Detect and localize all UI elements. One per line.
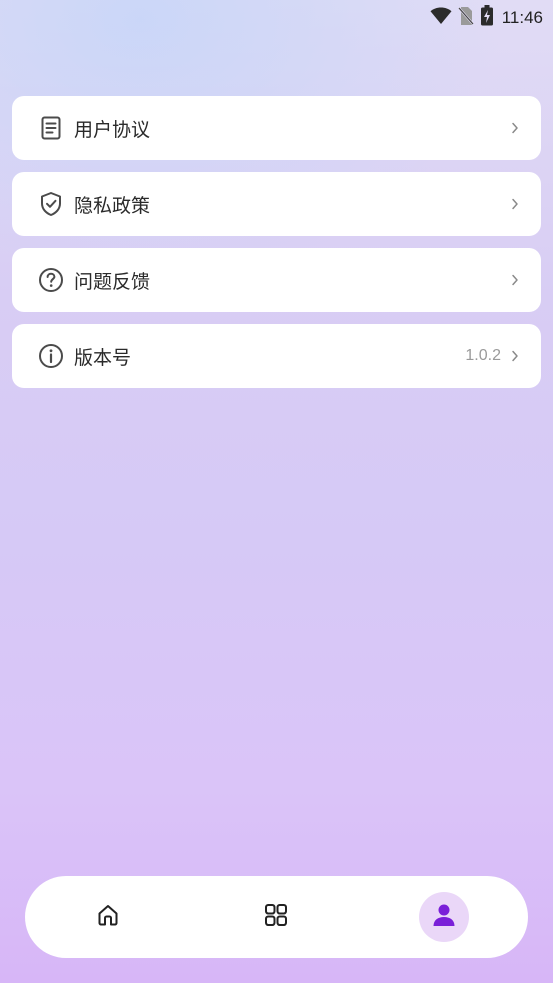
menu-item-label: 隐私政策 — [74, 194, 151, 217]
menu-item-user-agreement[interactable]: 用户协议 — [12, 96, 541, 160]
nav-profile-button[interactable] — [419, 892, 469, 942]
chevron-right-icon — [511, 274, 519, 286]
home-icon — [96, 903, 120, 931]
status-icons: 11:46 — [430, 5, 543, 30]
chevron-right-icon — [511, 350, 519, 362]
info-circle-icon — [38, 343, 64, 369]
menu-item-label: 用户协议 — [74, 118, 151, 141]
question-circle-icon — [38, 267, 64, 293]
menu-item-version[interactable]: 版本号 1.0.2 — [12, 324, 541, 388]
shield-check-icon — [38, 191, 64, 217]
battery-charging-icon — [480, 5, 494, 30]
chevron-right-icon — [511, 122, 519, 134]
settings-menu: 用户协议 隐私政策 问题反馈 版本号 1.0.2 — [12, 96, 541, 400]
no-sim-icon — [457, 6, 474, 30]
wifi-icon — [430, 7, 452, 29]
status-bar: 11:46 — [0, 0, 553, 32]
grid-icon — [264, 903, 288, 931]
chevron-right-icon — [511, 198, 519, 210]
nav-home-button[interactable] — [83, 892, 133, 942]
menu-item-label: 版本号 — [74, 346, 132, 369]
document-icon — [38, 115, 64, 141]
user-icon — [431, 902, 457, 932]
status-time: 11:46 — [501, 7, 543, 27]
nav-apps-button[interactable] — [251, 892, 301, 942]
menu-item-label: 问题反馈 — [74, 270, 151, 293]
bottom-nav — [25, 876, 528, 958]
menu-item-feedback[interactable]: 问题反馈 — [12, 248, 541, 312]
version-value: 1.0.2 — [465, 347, 501, 364]
menu-item-privacy-policy[interactable]: 隐私政策 — [12, 172, 541, 236]
